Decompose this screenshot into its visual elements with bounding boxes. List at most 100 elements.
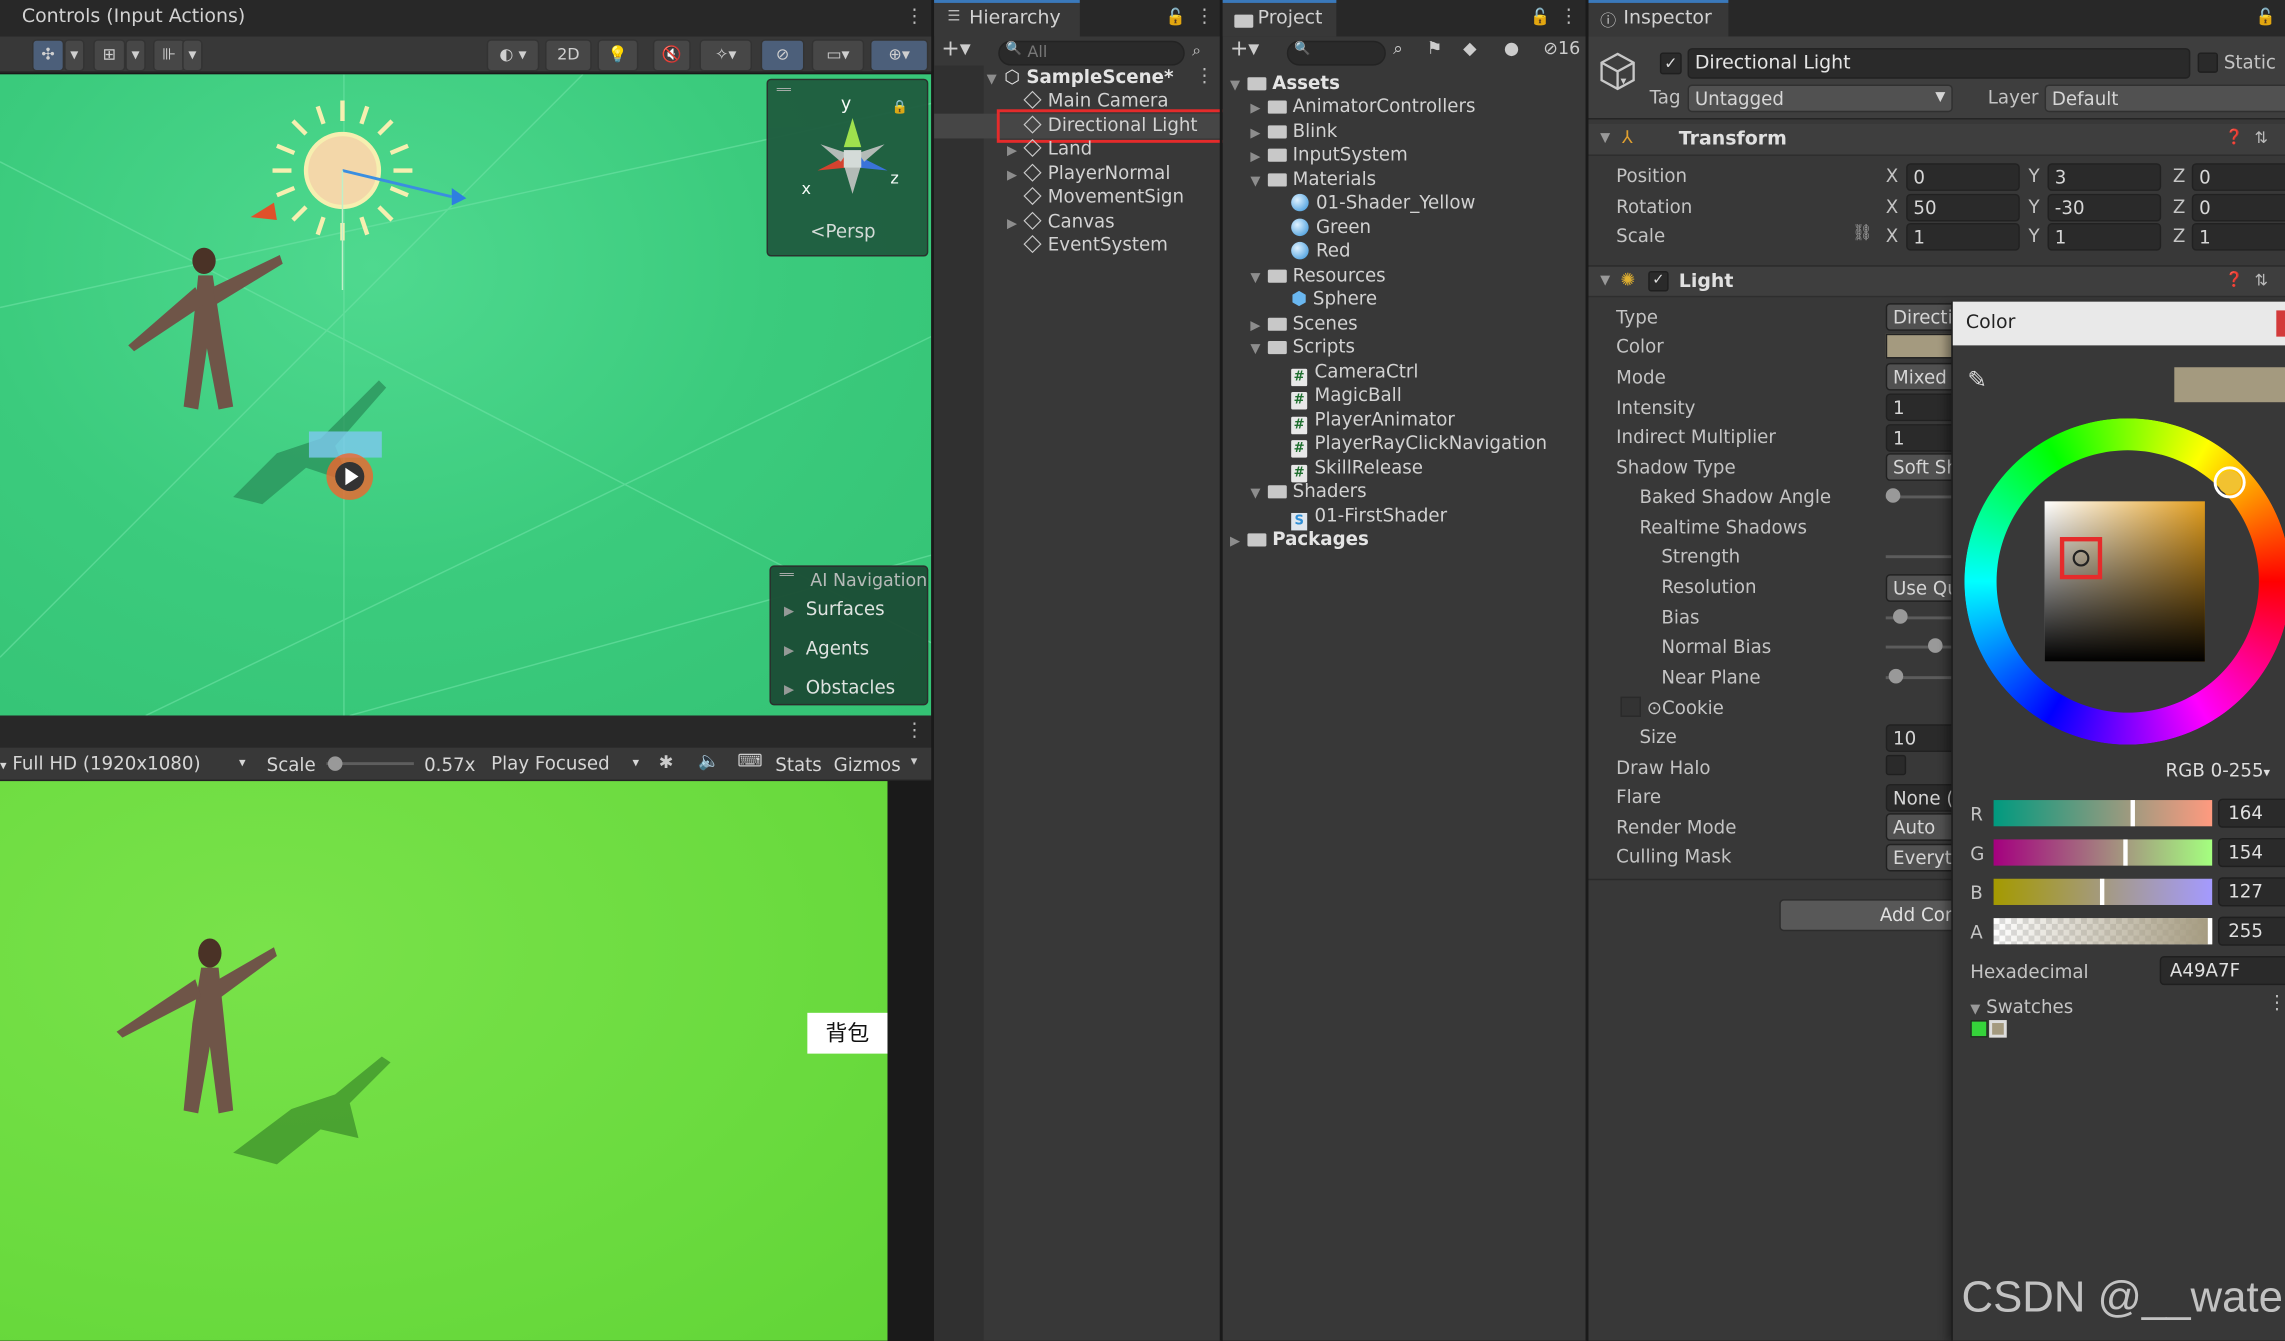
slider-knob[interactable] [1888, 668, 1904, 684]
project-packages-root[interactable]: ▶ Packages [1230, 528, 1369, 552]
asset-shader-firstshader[interactable]: S 01-FirstShader [1291, 504, 1447, 531]
cookie-slot[interactable] [1620, 696, 1641, 717]
hierarchy-search-input[interactable]: 🔍 All [998, 40, 1185, 66]
swatch-add[interactable] [1989, 1020, 2007, 1038]
project-lock-icon[interactable]: 🔓 [1530, 7, 1550, 26]
movement-sign-gizmo[interactable] [306, 431, 388, 504]
scale-z-field[interactable]: 1 [2191, 222, 2285, 251]
position-y-field[interactable]: 3 [2047, 163, 2162, 191]
hierarchy-item-land[interactable]: ▶ Land [1007, 137, 1092, 161]
project-tab[interactable]: Project [1222, 0, 1337, 37]
channel-r-slider[interactable] [1993, 800, 2213, 827]
backpack-button[interactable]: 背包 [807, 1012, 888, 1054]
position-z-field[interactable]: 0 [2191, 163, 2285, 191]
hierarchy-create-button[interactable]: +▾ [941, 35, 970, 61]
ai-nav-item-agents[interactable]: ▶ Agents [784, 637, 869, 659]
draw-halo-checkbox[interactable] [1885, 754, 1907, 776]
folder-scenes[interactable]: ▶ Scenes [1250, 312, 1357, 336]
rotation-z-field[interactable]: 0 [2191, 193, 2285, 222]
asset-material-green[interactable]: Green [1291, 216, 1371, 240]
scale-slider[interactable] [326, 756, 414, 771]
channel-g-slider[interactable] [1993, 839, 2213, 866]
inspector-tab[interactable]: ⓘ Inspector [1588, 0, 1729, 37]
eyedropper-icon[interactable]: ✎ [1967, 366, 1987, 394]
increment-snap-dropdown[interactable]: ▾ [182, 39, 203, 72]
grid-snap-button[interactable]: ⊞ [93, 39, 126, 72]
static-checkbox[interactable] [2197, 52, 2219, 73]
light-header[interactable]: ▼ ✺ ✓ Light ❓ ⇅ [1588, 265, 2285, 298]
folder-materials[interactable]: ▼ Materials [1250, 168, 1376, 192]
audio-mute-icon[interactable]: 🔈 [698, 751, 720, 771]
asset-material-red[interactable]: Red [1291, 239, 1351, 263]
slider-knob[interactable] [1893, 609, 1908, 624]
channel-b-slider[interactable] [1993, 878, 2213, 905]
slider-handle[interactable] [2123, 839, 2128, 866]
gizmos-icon[interactable]: ⊕▾ [870, 39, 929, 72]
asset-script-skillrelease[interactable]: # SkillRelease [1291, 456, 1423, 483]
camera-settings-icon[interactable]: ▭▾ [811, 39, 865, 72]
project-create-button[interactable]: +▾ [1230, 35, 1259, 61]
hierarchy-search-mode-icon[interactable]: ⌕ [1192, 41, 1201, 61]
game-viewport[interactable]: 背包 [0, 781, 888, 1341]
constrain-proportions-icon[interactable]: ⛓ [1852, 223, 1872, 242]
audio-toggle-icon[interactable]: 🔇 [652, 39, 691, 72]
asset-script-playeranimator[interactable]: # PlayerAnimator [1291, 408, 1455, 435]
channel-g-value[interactable]: 154 [2218, 837, 2285, 868]
slider-handle[interactable] [2099, 878, 2105, 905]
orientation-gizmo-icon[interactable] [809, 112, 896, 199]
hierarchy-item-playernormal[interactable]: ▶ PlayerNormal [1007, 162, 1170, 186]
channel-b-value[interactable]: 127 [2218, 877, 2285, 907]
folder-shaders[interactable]: ▼ Shaders [1250, 479, 1366, 503]
move-tool-button[interactable]: ✣ [32, 39, 65, 72]
hierarchy-item-movementsign[interactable]: MovementSign [1023, 185, 1184, 209]
hidden-toggle-icon[interactable]: ⊘ [760, 39, 805, 72]
rotation-x-field[interactable]: 50 [1906, 193, 2020, 222]
ai-nav-item-surfaces[interactable]: ▶ Surfaces [784, 597, 885, 619]
project-menu-icon[interactable]: ⋮ [1559, 6, 1578, 28]
swatches-header[interactable]: ▼ Swatches [1970, 995, 2073, 1017]
slider-knob[interactable] [1928, 638, 1943, 653]
folder-animatorcontrollers[interactable]: ▶ AnimatorControllers [1250, 95, 1475, 119]
persp-toggle[interactable]: <Persp [810, 220, 875, 242]
search-by-type-icon[interactable]: ⌕ [1393, 38, 1403, 60]
hidden-packages-icon[interactable]: ⊘16 [1543, 38, 1580, 58]
move-tool-dropdown[interactable]: ▾ [64, 39, 85, 72]
layer-dropdown[interactable]: Default [2044, 84, 2285, 113]
scene-gizmo-menu-icon[interactable]: ══ [777, 83, 791, 96]
project-assets-root[interactable]: ▼ Assets [1230, 71, 1340, 95]
search-by-label-icon[interactable]: ⚑ [1427, 38, 1443, 58]
channel-r-value[interactable]: 164 [2218, 798, 2285, 828]
channel-a-slider[interactable] [1993, 918, 2213, 945]
lighting-toggle-icon[interactable]: 💡 [597, 39, 639, 72]
ai-nav-item-obstacles[interactable]: ▶ Obstacles [784, 676, 895, 698]
color-mode-dropdown[interactable]: RGB 0-255▾ [2166, 759, 2283, 788]
slider-handle[interactable] [2130, 800, 2135, 827]
folder-resources[interactable]: ▼ Resources [1250, 264, 1385, 288]
scale-y-field[interactable]: 1 [2047, 222, 2162, 251]
resolution-dropdown[interactable]: ▾ Full HD (1920x1080) ▾ [0, 748, 256, 780]
slider-handle[interactable] [2207, 918, 2213, 945]
effects-toggle-icon[interactable]: ✧▾ [699, 39, 752, 72]
asset-script-magicball[interactable]: # MagicBall [1291, 383, 1402, 410]
color-wheel[interactable] [1964, 418, 2285, 745]
scene-menu-icon[interactable]: ⋮ [905, 6, 924, 28]
asset-script-playerrayclick[interactable]: # PlayerRayClickNavigation [1291, 431, 1547, 458]
increment-snap-button[interactable]: ⊪ [153, 39, 186, 72]
hexadecimal-field[interactable]: A49A7F [2159, 955, 2285, 986]
component-settings-icon[interactable]: ⇅ [2254, 128, 2267, 147]
hierarchy-menu-icon[interactable]: ⋮ [1195, 6, 1214, 28]
hierarchy-tab[interactable]: ☰ Hierarchy [934, 0, 1080, 37]
asset-script-cameractrl[interactable]: # CameraCtrl [1291, 360, 1418, 387]
scale-x-field[interactable]: 1 [1906, 222, 2020, 251]
asset-material-yellow[interactable]: 01-Shader_Yellow [1291, 191, 1475, 215]
ai-nav-drag-icon[interactable]: ══ [780, 568, 794, 581]
project-search-input[interactable]: 🔍 [1286, 40, 1386, 66]
log-filter-icon[interactable]: ● [1504, 38, 1519, 58]
rotation-y-field[interactable]: -30 [2047, 193, 2162, 222]
bug-icon[interactable]: ✱ [659, 752, 674, 772]
hierarchy-lock-icon[interactable]: 🔓 [1166, 7, 1186, 26]
folder-blink[interactable]: ▶ Blink [1250, 119, 1337, 143]
toggle-2d-button[interactable]: 2D [545, 39, 592, 72]
gizmos-button[interactable]: Gizmos [834, 753, 901, 775]
slider-knob[interactable] [1885, 488, 1901, 503]
